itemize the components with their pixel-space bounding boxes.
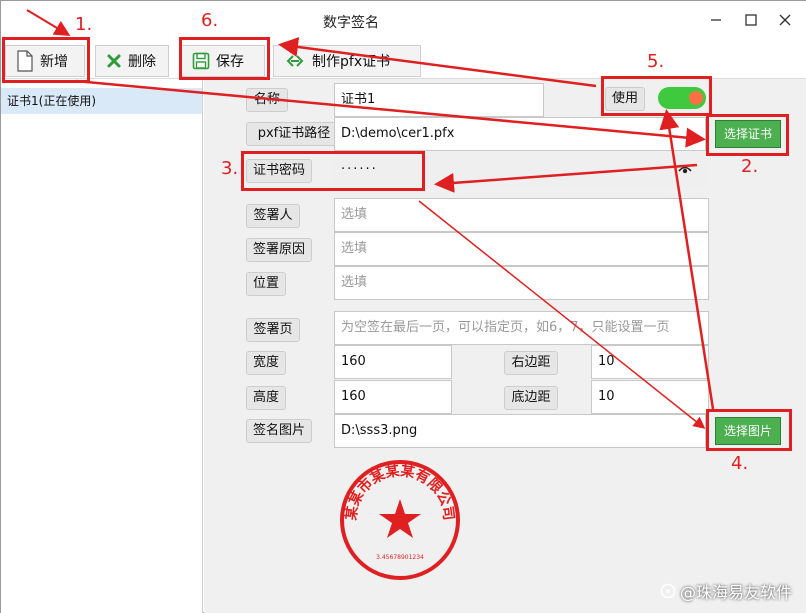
watermark: @珠海易友软件 [660, 579, 792, 603]
step-4-label: 4. [731, 453, 749, 474]
reason-input[interactable]: 选填 [334, 232, 709, 266]
bottom-margin-input[interactable]: 10 [591, 380, 709, 414]
minimize-icon [711, 19, 721, 21]
step-6-label: 6. [201, 10, 219, 31]
pfx-path-label: pxf证书路径 [246, 122, 342, 146]
annotation-box-choose-cert [706, 114, 789, 156]
annotation-box-new [2, 37, 90, 83]
annotation-box-choose-image [706, 409, 792, 451]
width-label: 宽度 [246, 351, 286, 375]
width-input[interactable]: 160 [334, 345, 452, 379]
delete-x-icon [107, 54, 121, 68]
close-icon [779, 14, 791, 26]
make-pfx-button[interactable]: 制作pfx证书 [273, 45, 421, 77]
signer-label: 签署人 [246, 204, 300, 228]
step-5-label: 5. [647, 51, 665, 72]
window-title: 数字签名 [323, 15, 379, 31]
sign-image-label: 签名图片 [246, 419, 312, 443]
reason-label: 签署原因 [246, 238, 312, 262]
maximize-icon [745, 14, 757, 26]
sign-page-input[interactable]: 为空签在最后一页，可以指定页，如6，7，只能设置一页 [334, 311, 709, 345]
make-pfx-button-label: 制作pfx证书 [312, 54, 391, 70]
name-label: 名称 [246, 88, 288, 112]
annotation-box-save [179, 37, 270, 80]
minimize-button[interactable] [703, 9, 729, 33]
name-input[interactable]: 证书1 [334, 83, 544, 117]
step-3-label: 3. [221, 158, 239, 179]
watermark-logo-icon [660, 583, 676, 599]
height-label: 高度 [246, 386, 286, 410]
bottom-margin-label: 底边距 [504, 386, 558, 410]
step-2-label: 2. [741, 156, 759, 177]
annotation-box-use [601, 76, 712, 116]
seal-number: 3.45678901234 [376, 554, 424, 561]
maximize-button[interactable] [738, 9, 764, 33]
show-password-eye-icon[interactable] [678, 165, 692, 175]
right-margin-label: 右边距 [504, 351, 558, 375]
close-button[interactable] [772, 9, 798, 33]
sign-image-input[interactable]: D:\sss3.png [334, 414, 706, 448]
link-icon [286, 55, 304, 67]
seal-image: 某某市某某某有限公司 3.45678901234 [340, 460, 460, 580]
signer-input[interactable]: 选填 [334, 198, 709, 232]
toolbar: 新增 删除 保存 制作pfx证书 [1, 41, 806, 79]
right-margin-input[interactable]: 10 [591, 345, 709, 379]
height-input[interactable]: 160 [334, 380, 452, 414]
location-input[interactable]: 选填 [334, 266, 709, 300]
pfx-path-input[interactable]: D:\demo\cer1.pfx [334, 117, 706, 151]
location-label: 位置 [246, 272, 286, 296]
delete-button-label: 删除 [128, 54, 156, 70]
certificate-list-item[interactable]: 证书1(正在使用) [1, 88, 202, 114]
delete-button[interactable]: 删除 [95, 45, 169, 77]
annotation-box-password [241, 151, 425, 191]
app-window: 数字签名 新增 删除 保存 制作pfx证书 证书1(正在使用) 名称 证书1 使… [0, 0, 806, 613]
watermark-text: @珠海易友软件 [679, 583, 792, 602]
sign-page-label: 签署页 [246, 318, 300, 342]
step-1-label: 1. [75, 14, 93, 35]
title-bar: 数字签名 [1, 1, 806, 41]
certificate-list: 证书1(正在使用) [1, 79, 203, 613]
